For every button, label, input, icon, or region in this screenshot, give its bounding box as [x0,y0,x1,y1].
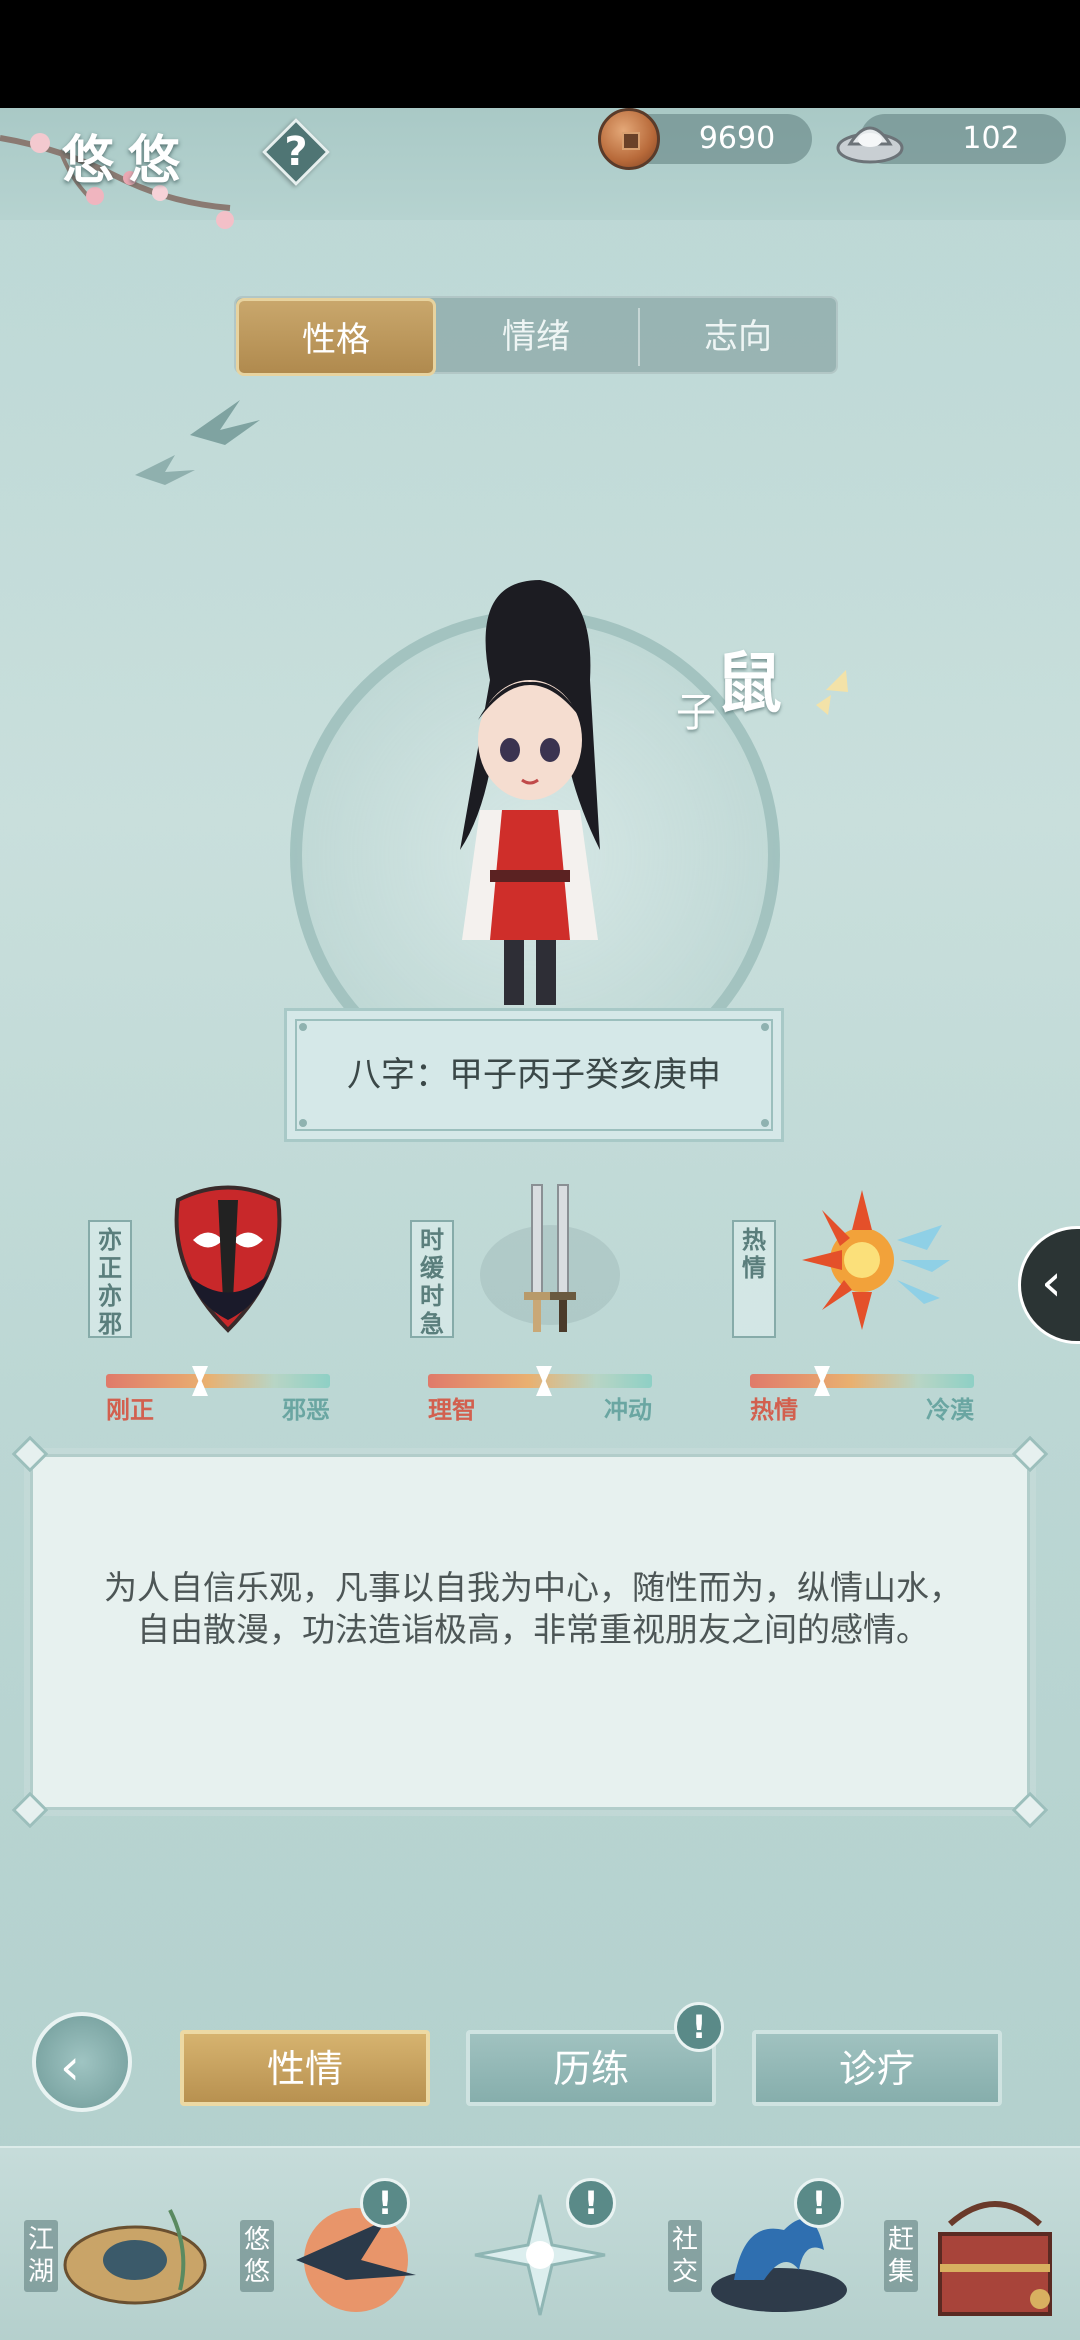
copper-amount: 9690 [698,121,776,156]
back-button[interactable]: ‹ [32,2012,132,2112]
alert-badge-icon: ! [674,2002,724,2052]
fire-ice-icon [802,1190,950,1330]
tab-ambition[interactable]: 志向 [638,298,838,376]
nav-label: 悠悠 [240,2220,274,2292]
butterfly-icon [816,670,848,715]
trait-warmth[interactable]: 热情 热情 冷漠 [732,1180,992,1424]
trait-morality[interactable]: 亦正亦邪 刚正 邪恶 [88,1180,348,1424]
panel-corner-ornament [11,1791,49,1829]
trait-low-label: 刚正 [106,1396,154,1424]
copper-coin-icon [598,108,660,170]
character-avatar[interactable] [430,570,630,1020]
trait-label: 时缓时急 [410,1220,454,1338]
temperament-button[interactable]: 性情 [180,2030,430,2106]
trait-high-label: 冷漠 [926,1396,974,1424]
nav-label: 赶集 [884,2220,918,2292]
side-expand-tab[interactable]: ‹ [1018,1226,1080,1344]
zodiac-sign: 鼠 子 [676,630,866,740]
trait-high-label: 邪恶 [282,1396,330,1424]
trait-high-label: 冲动 [604,1396,652,1424]
alert-badge-icon: ! [566,2178,616,2228]
panel-corner-ornament [1011,1791,1049,1829]
twin-swords-icon [480,1184,620,1332]
trait-label: 热情 [732,1220,776,1338]
chevron-left-icon: ‹ [1041,1253,1062,1313]
bazi-panel: 八字：甲子丙子癸亥庚申 [284,1008,784,1142]
straw-hat-icon [63,2209,207,2305]
tab-emotion[interactable]: 情绪 [436,298,636,376]
nav-item-social[interactable]: 社交 ! [664,2170,854,2330]
swallows-decoration [135,400,260,485]
trait-slider-track [106,1374,330,1388]
trait-label: 亦正亦邪 [88,1220,132,1338]
trait-temperament[interactable]: 时缓时急 理智 冲动 [410,1180,670,1424]
alert-badge-icon: ! [360,2178,410,2228]
help-button[interactable]: ? [262,118,330,186]
nav-label: 江湖 [24,2220,58,2292]
nav-label: 社交 [668,2220,702,2292]
zodiac-branch: 子 [676,690,716,736]
panel-corner-ornament [11,1435,49,1473]
panel-corner-ornament [1011,1435,1049,1473]
zodiac-character: 鼠 [716,644,782,722]
alert-badge-icon: ! [794,2178,844,2228]
back-arrow-icon: ‹ [60,2038,80,2096]
tab-personality[interactable]: 性格 [236,298,436,376]
nav-item-center[interactable]: ! [456,2170,626,2330]
category-tabs: 性格 情绪 志向 [234,296,838,376]
silver-ingot-icon [836,126,904,164]
nav-item-youyou[interactable]: 悠悠 ! [236,2170,426,2330]
trait-slider-track [428,1374,652,1388]
silver-amount: 102 [962,121,1020,156]
trait-slider-track [750,1374,974,1388]
trait-low-label: 热情 [750,1396,798,1424]
description-panel: 为人自信乐观，凡事以自我为中心，随性而为，纵情山水，自由散漫，功法造诣极高，非常… [11,1435,1049,1829]
nav-item-market[interactable]: 赶集 [880,2170,1070,2330]
trait-low-label: 理智 [428,1396,476,1424]
description-text: 为人自信乐观，凡事以自我为中心，随性而为，纵情山水，自由散漫，功法造诣极高，非常… [104,1568,962,1649]
player-name: 悠悠 [62,130,195,191]
question-icon: ? [284,129,308,175]
market-box-icon [938,2201,1052,2316]
opera-mask-icon [174,1185,282,1333]
treatment-button[interactable]: 诊疗 [752,2030,1002,2106]
nav-item-jianghu[interactable]: 江湖 [20,2170,210,2330]
status-bar [0,0,1080,108]
bazi-text: 八字：甲子丙子癸亥庚申 [347,1055,721,1095]
